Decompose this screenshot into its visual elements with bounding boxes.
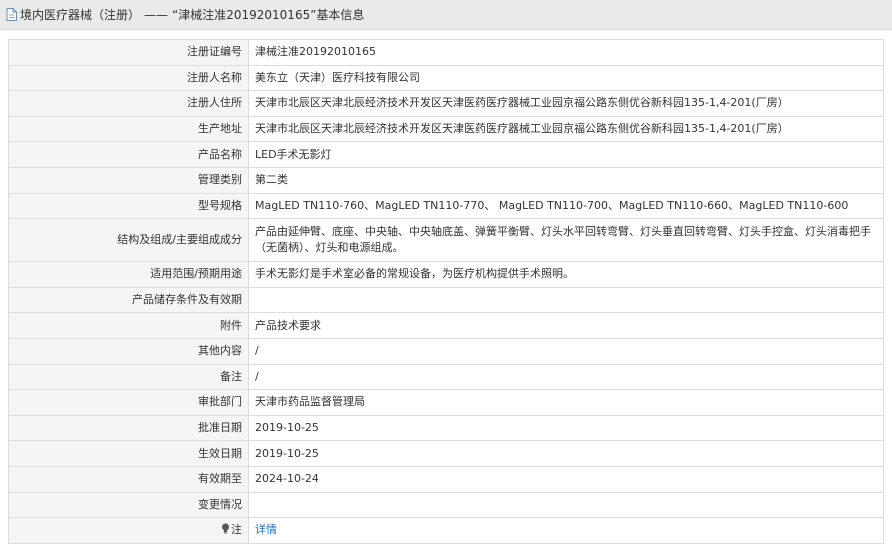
- row-value: /: [248, 337, 884, 365]
- row-label: 适用范围/预期用途: [8, 261, 249, 288]
- header-separator: ——: [144, 7, 169, 22]
- table-row: 备注 /: [8, 363, 884, 391]
- row-value: 天津市北辰区天津北辰经济技术开发区天津医药医疗器械工业园京福公路东侧优谷新科园1…: [248, 115, 884, 143]
- row-label: 管理类别: [8, 166, 249, 194]
- row-value: [248, 491, 884, 519]
- info-table-container: 注册证编号 津械注准20192010165 注册人名称 美东立（天津）医疗科技有…: [8, 39, 884, 544]
- note-label-cell: 注: [8, 517, 249, 544]
- row-label: 注册证编号: [8, 39, 249, 66]
- row-label: 结构及组成/主要组成成分: [8, 218, 249, 263]
- row-value: 产品技术要求: [248, 312, 884, 339]
- note-row: 注 详情: [8, 517, 884, 544]
- note-value-cell: 详情: [248, 517, 884, 544]
- row-label: 注册人名称: [8, 64, 249, 92]
- page-header: 境内医疗器械（注册） —— “津械注准20192010165”基本信息: [0, 0, 892, 30]
- row-label: 产品储存条件及有效期: [8, 286, 249, 314]
- row-value: /: [248, 363, 884, 391]
- table-row: 结构及组成/主要组成成分 产品由延伸臂、底座、中央轴、中央轴底盖、弹簧平衡臂、灯…: [8, 218, 884, 263]
- header-record-title: “津械注准20192010165”基本信息: [172, 8, 365, 22]
- info-table: 注册证编号 津械注准20192010165 注册人名称 美东立（天津）医疗科技有…: [8, 39, 884, 544]
- lightbulb-icon: [222, 523, 229, 534]
- row-label: 产品名称: [8, 141, 249, 168]
- row-label: 生产地址: [8, 115, 249, 143]
- table-row: 其他内容 /: [8, 337, 884, 365]
- row-value: [248, 286, 884, 314]
- row-label: 型号规格: [8, 192, 249, 220]
- row-value: 手术无影灯是手术室必备的常规设备，为医疗机构提供手术照明。: [248, 261, 884, 288]
- table-row: 产品储存条件及有效期: [8, 286, 884, 314]
- table-row: 有效期至 2024-10-24: [8, 465, 884, 493]
- table-row: 注册人住所 天津市北辰区天津北辰经济技术开发区天津医药医疗器械工业园京福公路东侧…: [8, 90, 884, 117]
- row-label: 审批部门: [8, 389, 249, 416]
- row-label: 批准日期: [8, 414, 249, 442]
- row-value: 津械注准20192010165: [248, 39, 884, 66]
- row-value: 2019-10-25: [248, 440, 884, 467]
- row-value: 产品由延伸臂、底座、中央轴、中央轴底盖、弹簧平衡臂、灯头水平回转弯臂、灯头垂直回…: [248, 218, 884, 263]
- row-value: 天津市药品监督管理局: [248, 389, 884, 416]
- table-row: 附件 产品技术要求: [8, 312, 884, 339]
- table-row: 审批部门 天津市药品监督管理局: [8, 389, 884, 416]
- details-link[interactable]: 详情: [255, 523, 277, 536]
- table-row: 注册证编号 津械注准20192010165: [8, 39, 884, 66]
- table-row: 生产地址 天津市北辰区天津北辰经济技术开发区天津医药医疗器械工业园京福公路东侧优…: [8, 115, 884, 143]
- table-row: 变更情况: [8, 491, 884, 519]
- row-label: 变更情况: [8, 491, 249, 519]
- row-value: LED手术无影灯: [248, 141, 884, 168]
- row-value: 2019-10-25: [248, 414, 884, 442]
- row-label: 注册人住所: [8, 90, 249, 117]
- row-label: 附件: [8, 312, 249, 339]
- row-label: 其他内容: [8, 337, 249, 365]
- note-label: 注: [231, 523, 242, 537]
- table-row: 型号规格 MagLED TN110-760、MagLED TN110-770、 …: [8, 192, 884, 220]
- row-value: 天津市北辰区天津北辰经济技术开发区天津医药医疗器械工业园京福公路东侧优谷新科园1…: [248, 90, 884, 117]
- table-row: 产品名称 LED手术无影灯: [8, 141, 884, 168]
- row-label: 备注: [8, 363, 249, 391]
- row-value: MagLED TN110-760、MagLED TN110-770、 MagLE…: [248, 192, 884, 220]
- row-value: 第二类: [248, 166, 884, 194]
- row-label: 生效日期: [8, 440, 249, 467]
- table-row: 适用范围/预期用途 手术无影灯是手术室必备的常规设备，为医疗机构提供手术照明。: [8, 261, 884, 288]
- header-category: 境内医疗器械（注册）: [20, 8, 141, 22]
- table-row: 管理类别 第二类: [8, 166, 884, 194]
- table-row: 批准日期 2019-10-25: [8, 414, 884, 442]
- document-icon: [6, 8, 17, 21]
- row-value: 美东立（天津）医疗科技有限公司: [248, 64, 884, 92]
- row-value: 2024-10-24: [248, 465, 884, 493]
- table-row: 生效日期 2019-10-25: [8, 440, 884, 467]
- row-label: 有效期至: [8, 465, 249, 493]
- table-row: 注册人名称 美东立（天津）医疗科技有限公司: [8, 64, 884, 92]
